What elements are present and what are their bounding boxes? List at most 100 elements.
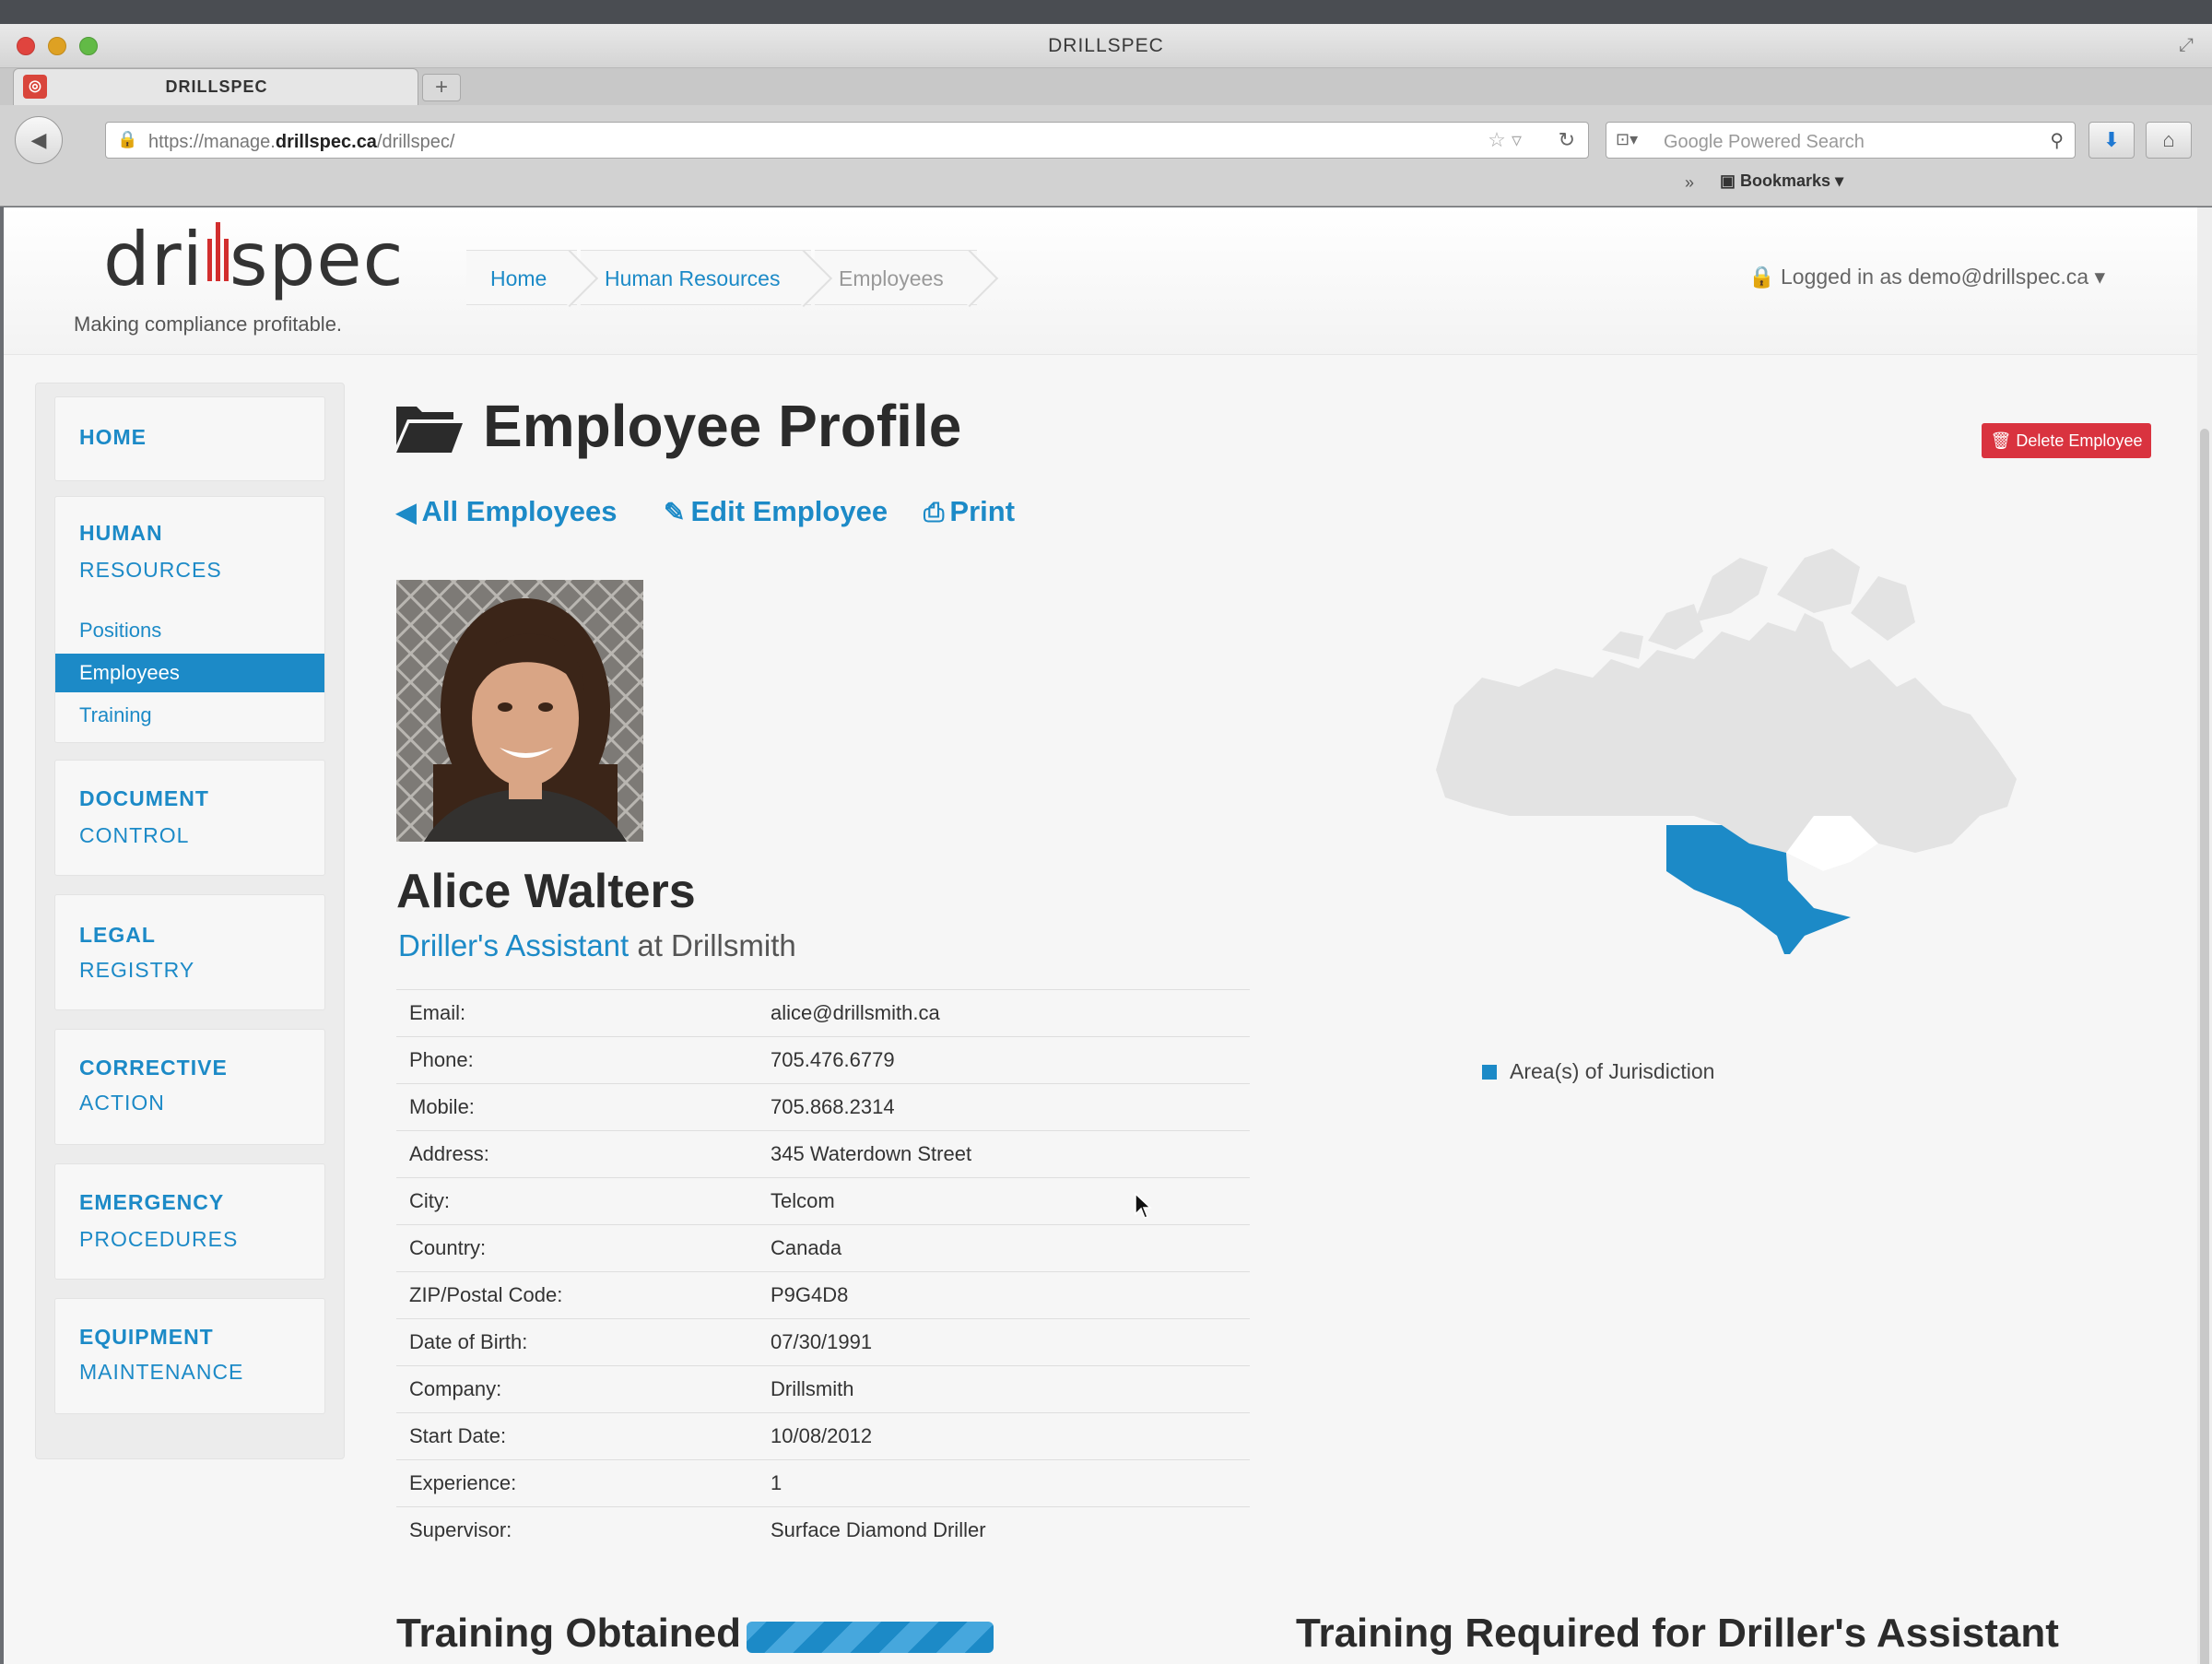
sidebar-hr-title[interactable]: HUMAN [79, 521, 163, 546]
detail-label: Company: [409, 1377, 502, 1400]
printer-icon: ⎙ [924, 498, 945, 526]
detail-label: Mobile: [409, 1095, 475, 1118]
bookmarks-menu[interactable]: ▣ Bookmarks ▾ [1720, 171, 1843, 191]
detail-label: Email: [409, 1001, 466, 1024]
tab-title: DRILLSPEC [165, 77, 268, 96]
detail-value: 07/30/1991 [771, 1330, 873, 1353]
navigation-bar: ◀ 🔒 https://manage.drillspec.ca/drillspe… [0, 105, 2212, 207]
detail-value: 705.868.2314 [771, 1095, 895, 1118]
print-link[interactable]: ⎙ Print [924, 495, 1015, 528]
table-row: Email: alice@drillsmith.ca [396, 989, 1250, 1036]
sidebar-item-employees[interactable]: Employees [55, 654, 324, 692]
sidebar-corrective-title: CORRECTIVE [79, 1056, 228, 1080]
lock-icon: 🔒 [117, 130, 138, 148]
new-tab-button[interactable]: + [422, 74, 461, 101]
sidebar-emergency-subtitle: PROCEDURES [79, 1227, 239, 1251]
employee-company-text: at Drillsmith [629, 928, 796, 962]
tagline: Making compliance profitable. [74, 313, 343, 336]
site-header: dri spec Making compliance profitable. Em… [4, 207, 2197, 355]
sidebar-document-subtitle: CONTROL [79, 823, 190, 847]
detail-value: Surface Diamond Driller [771, 1518, 986, 1541]
sidebar-home[interactable]: HOME [79, 425, 147, 450]
sidebar-legal-title: LEGAL [79, 923, 156, 947]
map-legend: Area(s) of Jurisdiction [1482, 1059, 1714, 1084]
edit-employee-link[interactable]: ✎ Edit Employee [664, 495, 888, 528]
search-engine-icon[interactable]: ⊡▾ [1616, 130, 1638, 149]
browser-window: DRILLSPEC ⤢ ◎ DRILLSPEC + ◀ 🔒 https://ma… [0, 0, 2212, 1664]
window-titlebar: DRILLSPEC ⤢ [0, 24, 2212, 68]
sidebar-group-emergency-procedures[interactable]: EMERGENCY PROCEDURES [54, 1163, 325, 1280]
tab-bar: ◎ DRILLSPEC + [0, 68, 2212, 105]
search-icon[interactable]: ⚲ [2050, 129, 2064, 152]
back-button[interactable]: ◀ [15, 116, 63, 164]
search-placeholder: Google Powered Search [1664, 132, 1865, 152]
home-button[interactable]: ⌂ [2146, 122, 2192, 159]
table-row: ZIP/Postal Code: P9G4D8 [396, 1271, 1250, 1318]
scrollbar-thumb[interactable] [2200, 429, 2209, 1664]
delete-employee-button[interactable]: 🗑 Delete Employee [1982, 423, 2151, 458]
sidebar-item-positions[interactable]: Positions [55, 611, 324, 650]
sidebar-hr-subtitle[interactable]: RESOURCES [79, 558, 222, 583]
browser-tab[interactable]: ◎ DRILLSPEC [13, 68, 418, 105]
sidebar-document-title: DOCUMENT [79, 786, 209, 810]
breadcrumb-home[interactable]: Home [466, 250, 577, 305]
detail-label: Phone: [409, 1048, 474, 1071]
detail-label: Date of Birth: [409, 1330, 528, 1353]
detail-value: Telcom [771, 1189, 835, 1212]
sidebar-item-training[interactable]: Training [55, 696, 324, 735]
detail-label: Address: [409, 1142, 489, 1165]
table-row: Date of Birth: 07/30/1991 [396, 1318, 1250, 1365]
page-scrollbar[interactable] [2197, 207, 2212, 1664]
sidebar-group-corrective-action[interactable]: CORRECTIVE ACTION [54, 1029, 325, 1145]
employee-name: Alice Walters [396, 865, 696, 918]
lock-icon: 🔒 [1747, 265, 1775, 289]
drillspec-logo[interactable]: dri spec [103, 217, 405, 302]
table-row: Country: Canada [396, 1224, 1250, 1271]
sidebar-group-human-resources: HUMAN RESOURCES Positions Employees Trai… [54, 496, 325, 743]
fullscreen-icon[interactable]: ⤢ [2179, 35, 2194, 56]
bookmarks-overflow-icon[interactable]: » [1685, 173, 1694, 193]
reload-icon[interactable]: ↻ [1559, 128, 1575, 152]
sidebar-legal-subtitle: REGISTRY [79, 958, 195, 982]
arrow-circle-left-icon: ◀ [396, 498, 417, 526]
sidebar-group-equipment-maintenance[interactable]: EQUIPMENT MAINTENANCE [54, 1298, 325, 1414]
table-row: Supervisor: Surface Diamond Driller [396, 1506, 1250, 1553]
employee-details-table: Email: alice@drillsmith.ca Phone: 705.476.… [396, 989, 1250, 1553]
detail-label: Experience: [409, 1471, 517, 1494]
map-land [1436, 549, 2017, 871]
detail-label: Country: [409, 1236, 487, 1259]
training-progress-bar [747, 1622, 994, 1653]
desktop-background [0, 0, 2212, 24]
table-row: Company: Drillsmith [396, 1365, 1250, 1412]
training-required-heading: Training Required for Driller's Assistan… [1296, 1611, 2059, 1656]
sidebar-group-legal-registry[interactable]: LEGAL REGISTRY [54, 894, 325, 1010]
mouse-cursor-icon [1135, 1192, 1152, 1219]
jurisdiction-map[interactable] [1418, 539, 2044, 954]
table-row: Address: 345 Waterdown Street [396, 1130, 1250, 1177]
employee-photo [396, 580, 643, 842]
address-bar[interactable]: 🔒 https://manage.drillspec.ca/drillspec/… [105, 122, 1589, 159]
page-title: Employee Profile [483, 393, 962, 459]
sidebar-group-home[interactable]: HOME [54, 396, 325, 481]
sidebar: HOME HUMAN RESOURCES Positions Employees… [35, 383, 345, 1459]
detail-label: ZIP/Postal Code: [409, 1283, 563, 1306]
detail-label: City: [409, 1189, 450, 1212]
detail-value: 345 Waterdown Street [771, 1142, 972, 1165]
all-employees-link[interactable]: ◀ All Employees [396, 495, 617, 528]
user-menu[interactable]: 🔒 Logged in as demo@drillspec.ca ▾ [1748, 265, 2105, 289]
table-row: City: Telcom [396, 1177, 1250, 1224]
bookmark-star-icon[interactable]: ☆ ▿ [1488, 128, 1522, 152]
folder-open-icon [396, 407, 463, 453]
download-button[interactable]: ⬇ [2088, 122, 2135, 159]
sidebar-group-document-control[interactable]: DOCUMENT CONTROL [54, 760, 325, 876]
table-row: Experience: 1 [396, 1459, 1250, 1506]
detail-label: Start Date: [409, 1424, 507, 1447]
sidebar-emergency-title: EMERGENCY [79, 1190, 225, 1214]
web-page: dri spec Making compliance profitable. Em… [4, 207, 2197, 1664]
employee-position-link[interactable]: Driller's Assistant [398, 928, 629, 962]
search-bar[interactable]: ⊡▾ Google Powered Search ⚲ [1606, 122, 2076, 159]
url-text: https://manage.drillspec.ca/drillspec/ [148, 132, 455, 152]
detail-label: Supervisor: [409, 1518, 512, 1541]
breadcrumb-human-resources[interactable]: Human Resources [581, 250, 811, 305]
training-progress-fill [747, 1622, 994, 1653]
